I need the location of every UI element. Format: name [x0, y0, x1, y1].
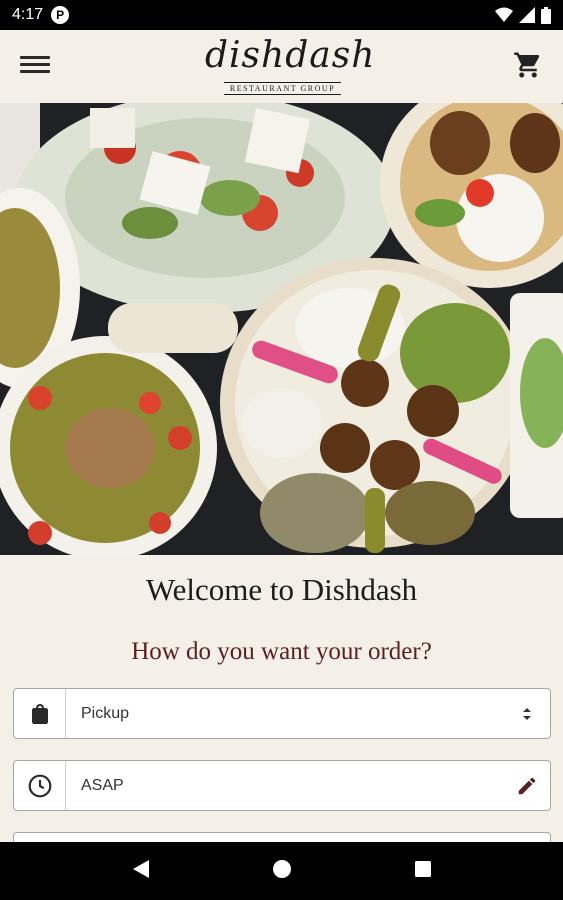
status-time: 4:17 [12, 6, 44, 23]
order-time-field[interactable]: ASAP [13, 760, 551, 811]
hero-food-image [0, 103, 563, 555]
order-type-value: Pickup [81, 704, 130, 722]
status-icons [495, 6, 551, 24]
order-question: How do you want your order? [131, 638, 432, 665]
app-bar: dishdash RESTAURANT GROUP [0, 30, 563, 104]
edit-pencil-icon[interactable] [504, 761, 550, 810]
home-icon[interactable] [272, 859, 292, 884]
order-type-select[interactable]: Pickup [13, 688, 551, 739]
signal-icon [519, 7, 535, 23]
order-time-value: ASAP [81, 776, 124, 794]
select-arrows-icon[interactable] [504, 689, 550, 738]
clock-icon [14, 761, 66, 810]
status-bar: 4:17 P [0, 0, 563, 30]
logo-text: dishdash [205, 35, 376, 76]
wifi-icon [495, 7, 513, 22]
notification-badge: P [51, 6, 70, 24]
logo-subtext: RESTAURANT GROUP [223, 82, 342, 95]
shopping-bag-icon [14, 689, 66, 738]
welcome-title: Welcome to Dishdash [145, 572, 418, 607]
shopping-cart-icon[interactable] [513, 50, 543, 80]
hamburger-menu-icon[interactable] [20, 52, 50, 82]
battery-icon [541, 6, 551, 24]
back-icon[interactable] [131, 858, 151, 885]
recents-icon[interactable] [414, 860, 432, 883]
system-nav-bar [0, 842, 563, 900]
dishdash-logo: dishdash RESTAURANT GROUP [205, 34, 376, 96]
